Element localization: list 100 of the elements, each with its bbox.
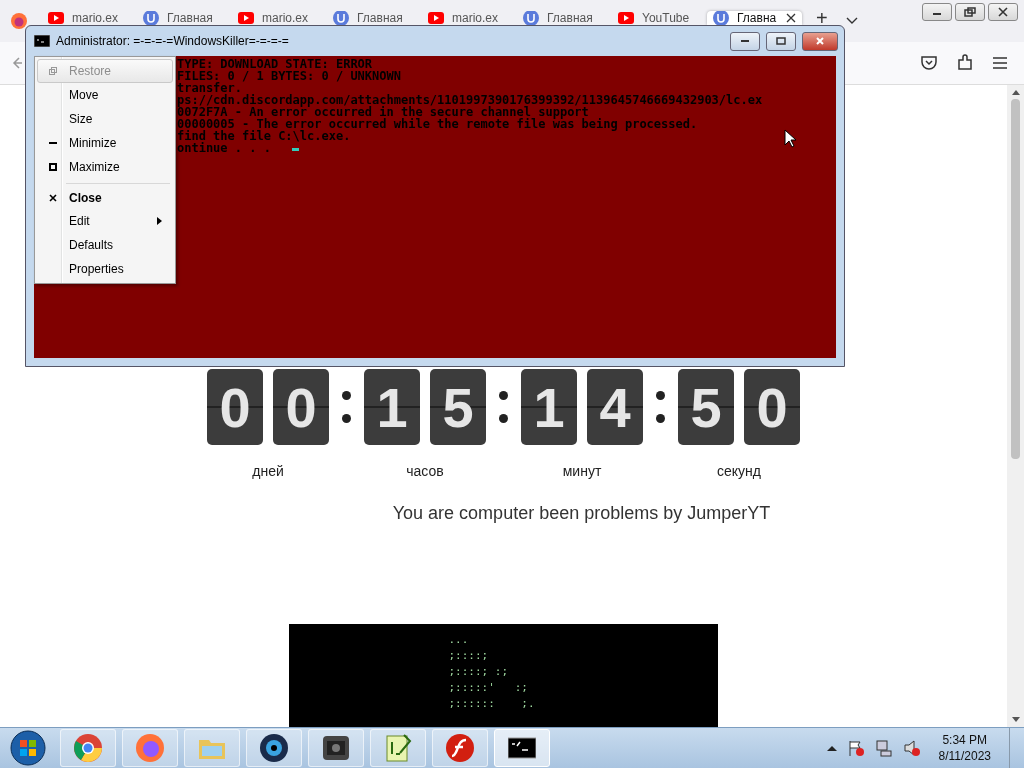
console-line: 0072F7A - An error occurred in the secure channel support: [177, 106, 589, 118]
colon-separator-icon: [656, 391, 665, 423]
play-icon: [238, 12, 254, 24]
browser-tab[interactable]: Главна: [707, 11, 802, 25]
maximize-icon: [776, 37, 786, 45]
scrollbar-thumb[interactable]: [1011, 99, 1020, 459]
muted-speaker-icon[interactable]: [902, 739, 921, 757]
close-icon[interactable]: [786, 13, 796, 23]
menu-item[interactable]: Properties: [37, 257, 173, 281]
letter-u-icon: [523, 11, 539, 25]
restore-button[interactable]: [955, 3, 985, 21]
chevron-down-icon[interactable]: [845, 17, 858, 25]
unit-label: минут: [562, 463, 602, 479]
console-line: 00000005 - The error occurred while the remote file was being processed.: [177, 118, 698, 130]
menu-item[interactable]: Move: [37, 83, 173, 107]
back-arrow-icon[interactable]: [12, 56, 22, 70]
unit-label: часов: [406, 463, 444, 479]
network-icon[interactable]: [874, 739, 893, 757]
letter-u-icon: [713, 11, 729, 25]
flag-icon[interactable]: [846, 739, 865, 757]
console-icon: [508, 734, 536, 762]
restore-icon: [49, 67, 57, 75]
menu-item[interactable]: Minimize: [37, 131, 173, 155]
menu-item[interactable]: Defaults: [37, 233, 173, 257]
mouse-pointer-icon: [784, 129, 796, 148]
menu-icon[interactable]: [992, 56, 1008, 70]
new-tab-button[interactable]: +: [816, 11, 828, 25]
close-icon: [998, 7, 1008, 17]
console-line: ps://cdn.discordapp.com/attachments/1101997390176399392/1139645746669432903/lc.ex: [177, 94, 763, 106]
minimize-icon: [49, 142, 57, 144]
flip-digit: 0: [273, 369, 329, 445]
submenu-arrow-icon: [157, 217, 162, 225]
flip-digit: 0: [744, 369, 800, 445]
unit-label: дней: [252, 463, 284, 479]
ascii-art-line: ;::::; :;: [448, 664, 510, 680]
scrollbar[interactable]: [1007, 85, 1024, 727]
text-cursor-icon: [292, 148, 299, 151]
ascii-art-line: ;:::::' :;: [448, 680, 529, 696]
play-icon: [428, 12, 444, 24]
maximize-button[interactable]: [766, 31, 796, 51]
close-icon: [49, 193, 57, 202]
letter-u-icon: [143, 11, 159, 25]
notepad-icon: [384, 734, 412, 762]
puzzle-piece-icon[interactable]: [956, 54, 974, 72]
scroll-up-icon[interactable]: [1011, 89, 1020, 95]
menu-item[interactable]: Size: [37, 107, 173, 131]
firefox-icon[interactable]: [10, 12, 28, 30]
minimize-button[interactable]: [922, 3, 952, 21]
flash-logo-icon: [446, 734, 474, 762]
flip-digit: 1: [364, 369, 420, 445]
console-line: FILES: 0 / 1 BYTES: 0 / UNKNOWN: [177, 70, 401, 82]
close-button[interactable]: [802, 31, 838, 51]
minimize-button[interactable]: [730, 31, 760, 51]
browser-tab[interactable]: Главная: [517, 11, 612, 25]
video-player-icon: [322, 734, 350, 762]
clock-time[interactable]: 5:34 PM: [942, 732, 988, 748]
taskbar-button[interactable]: [308, 729, 364, 767]
window-title: Administrator: =-=-=-=WindowsKiller=-=-=-=: [56, 34, 289, 48]
browser-tab[interactable]: Главная: [137, 11, 232, 25]
browser-logo-icon: [136, 734, 164, 762]
console-line: find the file C:\lc.exe.: [177, 130, 351, 142]
pocket-icon[interactable]: [920, 55, 938, 71]
letter-u-icon: [333, 11, 349, 25]
message-text: You are computer been problems by JumperYT: [392, 503, 771, 524]
close-icon: [815, 37, 825, 45]
menu-item[interactable]: Maximize: [37, 155, 173, 179]
restore-icon: [964, 7, 976, 17]
flip-digit: 1: [521, 369, 577, 445]
ascii-art-line: ...: [448, 632, 470, 648]
browser-tab[interactable]: Главная: [327, 11, 422, 25]
camera-lens-icon: [260, 734, 288, 762]
start-button[interactable]: [10, 730, 46, 766]
taskbar-button[interactable]: [494, 729, 550, 767]
flip-digit: 5: [678, 369, 734, 445]
play-icon: [618, 12, 634, 24]
ascii-art-line: ;:::::: ;.: [448, 696, 536, 712]
browser-tab[interactable]: mario.ex: [232, 11, 327, 25]
menu-item[interactable]: Edit: [37, 209, 173, 233]
flip-digit: 4: [587, 369, 643, 445]
ascii-art-line: ;::::;: [448, 648, 490, 664]
colon-separator-icon: [342, 391, 351, 423]
console-icon: [34, 35, 50, 47]
scroll-down-icon[interactable]: [1011, 717, 1020, 723]
flip-digit: 5: [430, 369, 486, 445]
browser-tab[interactable]: mario.ex: [422, 11, 517, 25]
console-line: ontinue . . .: [177, 142, 272, 154]
tray-arrow-icon[interactable]: [826, 744, 837, 752]
browser-logo-icon: [74, 734, 102, 762]
maximize-icon: [49, 163, 57, 171]
console-line: TYPE: DOWNLOAD STATE: ERROR: [177, 58, 373, 70]
browser-tab[interactable]: mario.ex: [42, 11, 137, 25]
browser-tab[interactable]: YouTube: [612, 11, 707, 25]
flip-digit: 0: [207, 369, 263, 445]
unit-label: секунд: [717, 463, 761, 479]
taskbar-button[interactable]: [370, 729, 426, 767]
clock-date[interactable]: 8/11/2023: [938, 748, 991, 764]
colon-separator-icon: [499, 391, 508, 423]
close-button[interactable]: [988, 3, 1018, 21]
play-icon: [48, 12, 64, 24]
taskbar-button[interactable]: [246, 729, 302, 767]
